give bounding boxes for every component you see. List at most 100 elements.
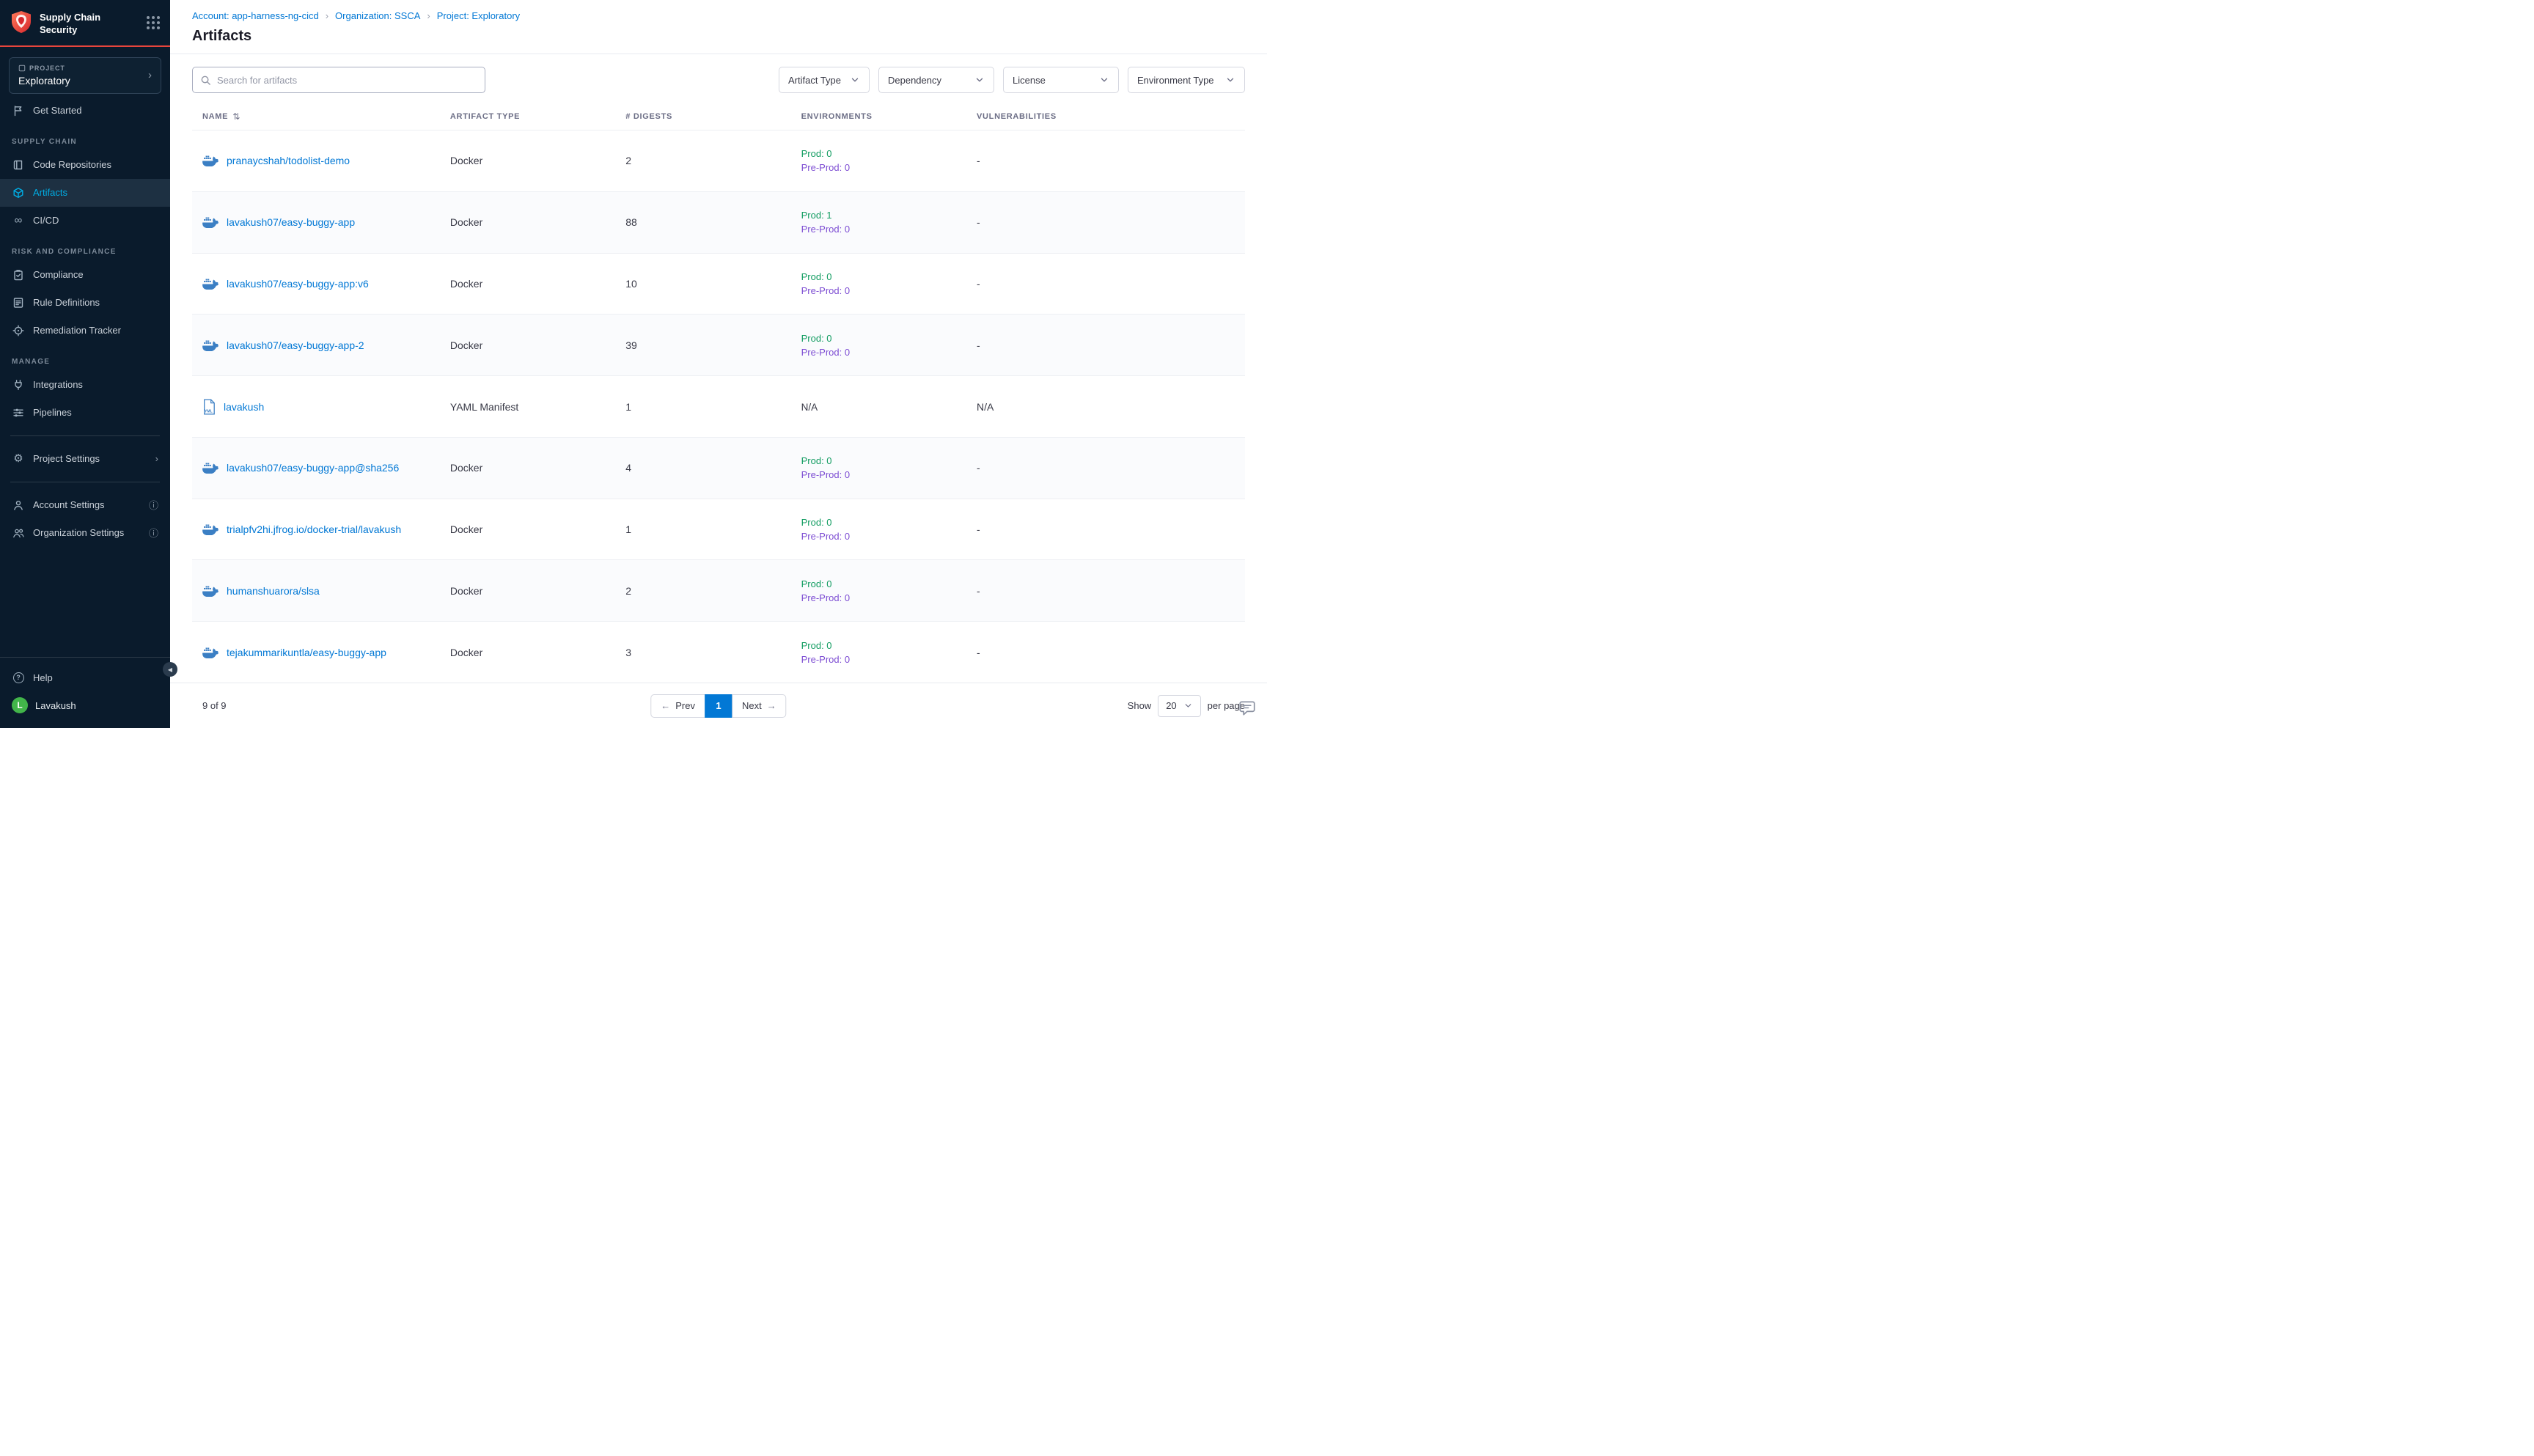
search-input[interactable]: [217, 75, 477, 86]
prod-env-link[interactable]: Prod: 0: [801, 148, 977, 159]
preprod-env-link[interactable]: Pre-Prod: 0: [801, 654, 977, 665]
sidebar-item-code-repositories[interactable]: Code Repositories: [0, 151, 170, 179]
sidebar-item-label: Project Settings: [33, 453, 100, 464]
artifact-name-link[interactable]: tejakummarikuntla/easy-buggy-app: [227, 647, 386, 658]
sidebar: Supply Chain Security PROJECT Explorator…: [0, 0, 170, 728]
preprod-env-link[interactable]: Pre-Prod: 0: [801, 531, 977, 542]
column-header-digests: # DIGESTS: [625, 111, 801, 122]
sidebar-item-rule-definitions[interactable]: Rule Definitions: [0, 289, 170, 317]
user-menu[interactable]: L Lavakush: [0, 691, 170, 719]
docker-icon: [202, 216, 218, 228]
artifact-name-link[interactable]: trialpfv2hi.jfrog.io/docker-trial/lavaku…: [227, 523, 401, 535]
info-icon[interactable]: ⓘ: [149, 526, 158, 540]
sidebar-item-project-settings[interactable]: ⚙ Project Settings ›: [0, 445, 170, 473]
chevron-right-icon: ›: [427, 10, 430, 21]
prod-env-link[interactable]: Prod: 1: [801, 210, 977, 221]
sidebar-item-account-settings[interactable]: Account Settings ⓘ: [0, 491, 170, 519]
artifact-name-link[interactable]: lavakush07/easy-buggy-app@sha256: [227, 462, 399, 474]
collapse-icon: ◀: [168, 666, 172, 673]
digests-cell: 88: [625, 216, 801, 228]
info-icon[interactable]: ⓘ: [149, 498, 158, 512]
preprod-env-link[interactable]: Pre-Prod: 0: [801, 224, 977, 235]
column-header-environments: ENVIRONMENTS: [801, 111, 977, 122]
vulnerabilities-cell: -: [977, 585, 1235, 597]
clipboard-check-icon: [12, 269, 25, 281]
sidebar-item-label: Get Started: [33, 105, 81, 116]
infinity-icon: ∞: [12, 215, 25, 226]
dependency-filter[interactable]: Dependency: [878, 67, 994, 93]
artifact-name-link[interactable]: humanshuarora/slsa: [227, 585, 320, 597]
environment-type-filter[interactable]: Environment Type: [1128, 67, 1245, 93]
project-icon: [18, 65, 26, 72]
sidebar-section-manage: MANAGE: [0, 345, 170, 371]
artifact-name-link[interactable]: lavakush: [224, 401, 264, 413]
artifact-type-filter[interactable]: Artifact Type: [779, 67, 870, 93]
sidebar-item-help[interactable]: ? Help: [0, 663, 170, 691]
prod-env-link[interactable]: Prod: 0: [801, 640, 977, 651]
module-accent-line: [0, 45, 170, 47]
environments-cell: Prod: 0 Pre-Prod: 0: [801, 517, 977, 542]
sidebar-item-artifacts[interactable]: Artifacts: [0, 179, 170, 207]
preprod-env-link[interactable]: Pre-Prod: 0: [801, 347, 977, 358]
artifact-name-link[interactable]: lavakush07/easy-buggy-app: [227, 216, 355, 228]
prod-env-link[interactable]: Prod: 0: [801, 271, 977, 282]
artifact-name-link[interactable]: lavakush07/easy-buggy-app:v6: [227, 278, 369, 290]
digests-cell: 3: [625, 647, 801, 658]
environments-na: N/A: [801, 402, 818, 413]
artifact-name-link[interactable]: lavakush07/easy-buggy-app-2: [227, 339, 364, 351]
artifact-name-link[interactable]: pranaycshah/todolist-demo: [227, 155, 350, 166]
table-row[interactable]: lavakush07/easy-buggy-app@sha256 Docker …: [192, 437, 1245, 499]
license-filter[interactable]: License: [1003, 67, 1119, 93]
module-switcher-icon[interactable]: [147, 10, 160, 29]
preprod-env-link[interactable]: Pre-Prod: 0: [801, 285, 977, 296]
docker-icon: [202, 155, 218, 166]
yaml-file-icon: [202, 399, 216, 415]
table-row[interactable]: lavakush07/easy-buggy-app-2 Docker 39 Pr…: [192, 314, 1245, 375]
sidebar-item-compliance[interactable]: Compliance: [0, 261, 170, 289]
vulnerabilities-cell: N/A: [977, 401, 1235, 413]
preprod-env-link[interactable]: Pre-Prod: 0: [801, 469, 977, 480]
sidebar-item-organization-settings[interactable]: Organization Settings ⓘ: [0, 519, 170, 547]
page-1-button[interactable]: 1: [705, 694, 732, 718]
list-check-icon: [12, 297, 25, 309]
breadcrumb-project-link[interactable]: Project: Exploratory: [437, 10, 520, 21]
prod-env-link[interactable]: Prod: 0: [801, 517, 977, 528]
sidebar-item-pipelines[interactable]: Pipelines: [0, 399, 170, 427]
table-row[interactable]: lavakush07/easy-buggy-app Docker 88 Prod…: [192, 191, 1245, 253]
prod-env-link[interactable]: Prod: 0: [801, 455, 977, 466]
preprod-env-link[interactable]: Pre-Prod: 0: [801, 592, 977, 603]
preprod-env-link[interactable]: Pre-Prod: 0: [801, 162, 977, 173]
repository-icon: [12, 159, 25, 171]
vulnerabilities-cell: -: [977, 155, 1235, 166]
gear-icon: ⚙: [12, 453, 25, 464]
table-row[interactable]: trialpfv2hi.jfrog.io/docker-trial/lavaku…: [192, 499, 1245, 560]
table-row[interactable]: tejakummarikuntla/easy-buggy-app Docker …: [192, 621, 1245, 683]
breadcrumb-account-link[interactable]: Account: app-harness-ng-cicd: [192, 10, 319, 21]
table-row[interactable]: humanshuarora/slsa Docker 2 Prod: 0 Pre-…: [192, 559, 1245, 621]
prev-page-button[interactable]: ← Prev: [650, 694, 705, 718]
sidebar-item-integrations[interactable]: Integrations: [0, 371, 170, 399]
sidebar-collapse-button[interactable]: ◀: [163, 662, 177, 677]
sidebar-item-remediation-tracker[interactable]: Remediation Tracker: [0, 317, 170, 345]
digests-cell: 1: [625, 401, 801, 413]
table-row[interactable]: lavakush07/easy-buggy-app:v6 Docker 10 P…: [192, 253, 1245, 315]
table-row[interactable]: pranaycshah/todolist-demo Docker 2 Prod:…: [192, 130, 1245, 191]
sidebar-item-label: Help: [33, 672, 53, 683]
sidebar-item-cicd[interactable]: ∞ CI/CD: [0, 207, 170, 235]
chat-help-button[interactable]: [1238, 699, 1257, 718]
page-size-select[interactable]: 20: [1158, 695, 1200, 717]
artifact-type-cell: Docker: [450, 462, 625, 474]
prod-env-link[interactable]: Prod: 0: [801, 333, 977, 344]
target-icon: [12, 325, 25, 337]
table-row[interactable]: lavakush YAML Manifest 1 N/A N/A: [192, 375, 1245, 437]
artifact-type-cell: Docker: [450, 216, 625, 228]
next-page-button[interactable]: Next →: [732, 694, 787, 718]
sidebar-item-get-started[interactable]: Get Started: [0, 97, 170, 125]
chevron-down-icon: [850, 75, 860, 85]
breadcrumb-organization-link[interactable]: Organization: SSCA: [335, 10, 420, 21]
prod-env-link[interactable]: Prod: 0: [801, 578, 977, 589]
docker-icon: [202, 462, 218, 474]
project-selector[interactable]: PROJECT Exploratory ›: [9, 57, 161, 94]
environments-cell: Prod: 0 Pre-Prod: 0: [801, 271, 977, 296]
sort-icon[interactable]: ⇅: [232, 111, 240, 122]
